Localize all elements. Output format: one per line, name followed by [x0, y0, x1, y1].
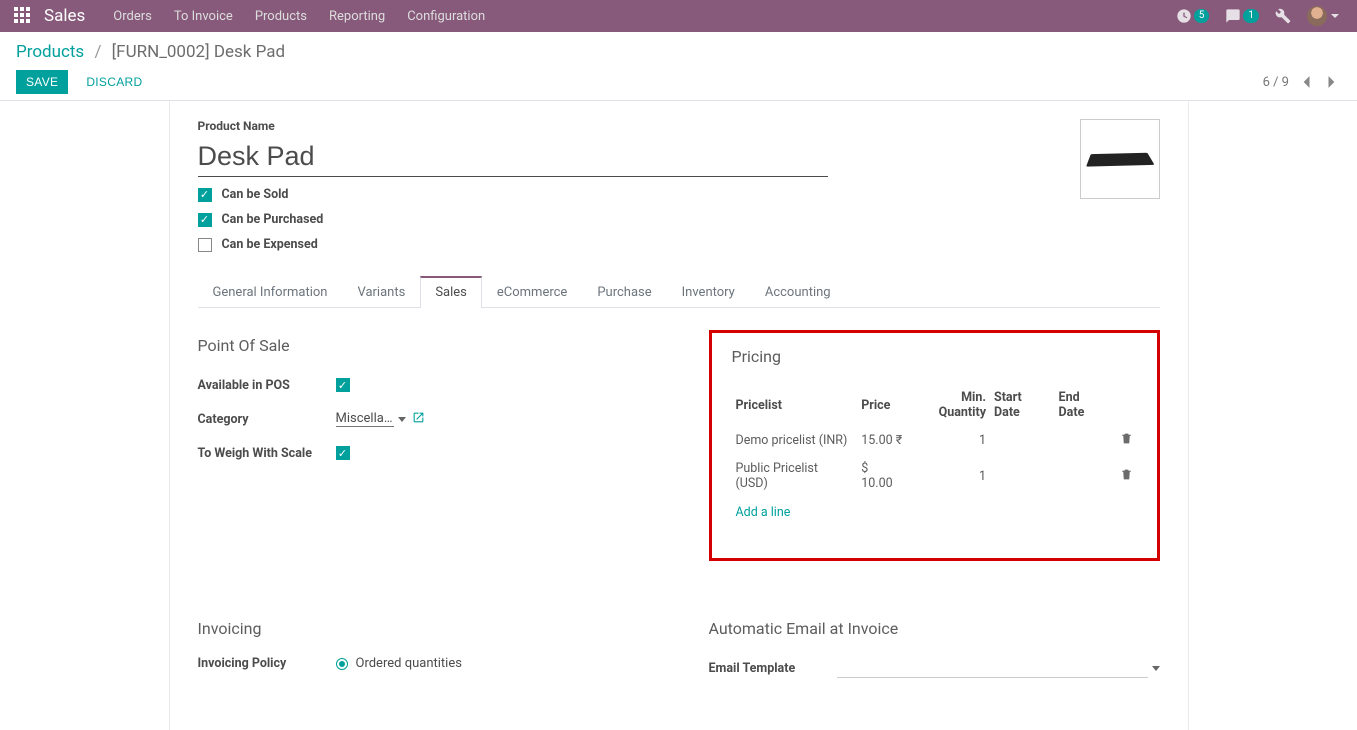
pricing-section: Pricing Pricelist Price Min. Quantity St…: [709, 330, 1160, 561]
can-be-expensed-label: Can be Expensed: [222, 237, 318, 252]
col-end: End Date: [1055, 384, 1113, 426]
can-be-expensed-checkbox[interactable]: [198, 238, 212, 252]
weigh-label: To Weigh With Scale: [198, 446, 336, 461]
pos-heading: Point Of Sale: [198, 336, 649, 355]
pager: 6 / 9: [1263, 71, 1341, 93]
discuss-badge: 1: [1243, 9, 1259, 23]
external-link-icon[interactable]: [412, 411, 425, 428]
policy-ordered-radio[interactable]: [336, 658, 348, 670]
weigh-checkbox[interactable]: [336, 446, 350, 460]
avatar: [1307, 6, 1327, 26]
tab-purchase[interactable]: Purchase: [582, 276, 666, 308]
pricing-row[interactable]: Demo pricelist (INR) 15.00 ₹ 1: [732, 426, 1137, 455]
product-name-label: Product Name: [198, 119, 1060, 133]
discard-button[interactable]: DISCARD: [76, 70, 152, 94]
nav-configuration[interactable]: Configuration: [407, 9, 485, 24]
user-menu[interactable]: [1307, 6, 1339, 26]
col-start: Start Date: [990, 384, 1055, 426]
nav-menu: Orders To Invoice Products Reporting Con…: [113, 9, 485, 24]
nav-orders[interactable]: Orders: [113, 9, 152, 24]
category-select[interactable]: Miscellaneous: [336, 411, 394, 427]
can-be-purchased-checkbox[interactable]: [198, 213, 212, 227]
add-line-link[interactable]: Add a line: [732, 497, 795, 528]
email-template-input[interactable]: [837, 658, 1148, 678]
trash-icon[interactable]: [1120, 470, 1133, 485]
pager-prev[interactable]: [1297, 71, 1315, 93]
product-name-input[interactable]: [198, 139, 828, 177]
breadcrumb-root[interactable]: Products: [16, 42, 84, 62]
control-panel: Products / [FURN_0002] Desk Pad SAVE DIS…: [0, 32, 1357, 94]
tab-general-info[interactable]: General Information: [198, 276, 343, 308]
pricing-row[interactable]: Public Pricelist (USD) $ 10.00 1: [732, 455, 1137, 497]
tab-accounting[interactable]: Accounting: [750, 276, 846, 308]
save-button[interactable]: SAVE: [16, 70, 68, 94]
invoicing-policy-label: Invoicing Policy: [198, 656, 336, 671]
breadcrumb-current: [FURN_0002] Desk Pad: [112, 42, 285, 62]
activity-icon[interactable]: 5: [1176, 8, 1210, 24]
email-template-label: Email Template: [709, 661, 837, 676]
available-pos-checkbox[interactable]: [336, 378, 350, 392]
discuss-icon[interactable]: 1: [1225, 8, 1259, 24]
debug-icon[interactable]: [1275, 8, 1291, 24]
tab-sales[interactable]: Sales: [420, 276, 482, 308]
product-image[interactable]: [1080, 119, 1160, 199]
breadcrumb: Products / [FURN_0002] Desk Pad: [16, 42, 1341, 62]
form-sheet: Product Name Can be Sold Can be Purchase…: [169, 101, 1189, 730]
nav-to-invoice[interactable]: To Invoice: [174, 9, 233, 24]
invoicing-heading: Invoicing: [198, 619, 649, 638]
auto-email-section: Automatic Email at Invoice Email Templat…: [709, 619, 1160, 690]
nav-reporting[interactable]: Reporting: [329, 9, 385, 24]
col-minqty: Min. Quantity: [907, 384, 990, 426]
chevron-down-icon: [1152, 666, 1160, 671]
can-be-purchased-label: Can be Purchased: [222, 212, 324, 227]
nav-products[interactable]: Products: [255, 9, 307, 24]
invoicing-section: Invoicing Invoicing Policy Ordered quant…: [198, 619, 649, 690]
policy-ordered-label: Ordered quantities: [356, 656, 462, 671]
col-pricelist: Pricelist: [732, 384, 858, 426]
tab-ecommerce[interactable]: eCommerce: [482, 276, 582, 308]
trash-icon[interactable]: [1120, 434, 1133, 449]
available-pos-label: Available in POS: [198, 378, 336, 393]
apps-icon[interactable]: [14, 7, 32, 25]
pager-value[interactable]: 6 / 9: [1263, 75, 1289, 90]
form-tabs: General Information Variants Sales eComm…: [198, 276, 1160, 308]
pricing-table: Pricelist Price Min. Quantity Start Date…: [732, 384, 1137, 497]
tab-inventory[interactable]: Inventory: [667, 276, 750, 308]
can-be-sold-checkbox[interactable]: [198, 188, 212, 202]
col-price: Price: [857, 384, 907, 426]
topbar: Sales Orders To Invoice Products Reporti…: [0, 0, 1357, 32]
topbar-right: 5 1: [1176, 6, 1349, 26]
can-be-sold-label: Can be Sold: [222, 187, 289, 202]
category-label: Category: [198, 412, 336, 427]
activity-badge: 5: [1194, 9, 1210, 23]
pos-section: Point Of Sale Available in POS Category …: [198, 336, 649, 561]
tab-variants[interactable]: Variants: [342, 276, 420, 308]
caret-down-icon: [1331, 14, 1339, 18]
pager-next[interactable]: [1323, 71, 1341, 93]
auto-email-heading: Automatic Email at Invoice: [709, 619, 1160, 638]
chevron-down-icon: [398, 417, 406, 422]
app-title[interactable]: Sales: [44, 6, 85, 26]
pricing-heading: Pricing: [732, 347, 1137, 366]
